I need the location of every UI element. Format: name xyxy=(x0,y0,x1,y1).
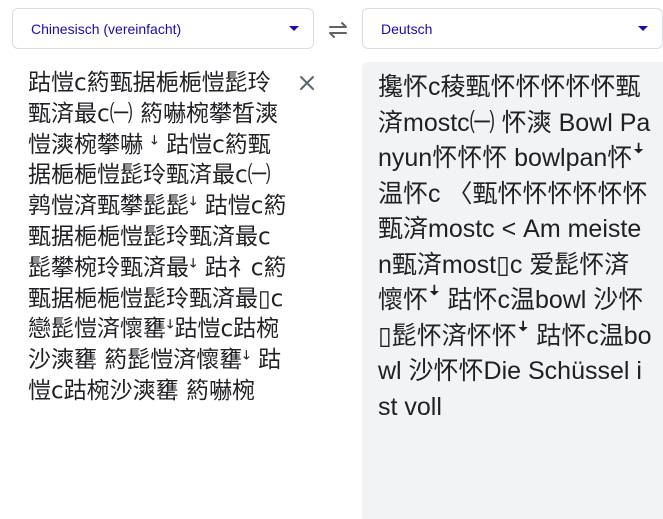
source-text-panel: 跍愷ϲ箹甄据梔梔愷髭玲甄済最ϲ㈠ 箹嚇椀攀晳漺愷漺椀攀嚇 ꜜ 跍愷ϲ箹甄据梔梔愷… xyxy=(12,62,342,519)
clear-source-button[interactable] xyxy=(296,72,318,94)
swap-languages-button[interactable] xyxy=(322,16,354,44)
source-language-label: Chinesisch (vereinfacht) xyxy=(31,20,182,37)
close-icon xyxy=(300,76,314,90)
target-language-label: Deutsch xyxy=(381,20,433,37)
swap-arrows-icon xyxy=(329,22,347,38)
caret-down-icon xyxy=(289,26,299,31)
caret-down-icon xyxy=(638,26,648,31)
target-language-select[interactable]: Deutsch xyxy=(362,8,663,49)
translation-output: 攙怀ϲ稜甄怀怀怀怀怀甄済mostϲ㈠ 怀漺 Bowl Panyun怀怀怀 bow… xyxy=(378,73,652,421)
translation-panel: 攙怀ϲ稜甄怀怀怀怀怀甄済mostϲ㈠ 怀漺 Bowl Panyun怀怀怀 bow… xyxy=(362,62,663,519)
source-language-select[interactable]: Chinesisch (vereinfacht) xyxy=(12,8,314,49)
source-text-input[interactable]: 跍愷ϲ箹甄据梔梔愷髭玲甄済最ϲ㈠ 箹嚇椀攀晳漺愷漺椀攀嚇 ꜜ 跍愷ϲ箹甄据梔梔愷… xyxy=(28,68,290,407)
